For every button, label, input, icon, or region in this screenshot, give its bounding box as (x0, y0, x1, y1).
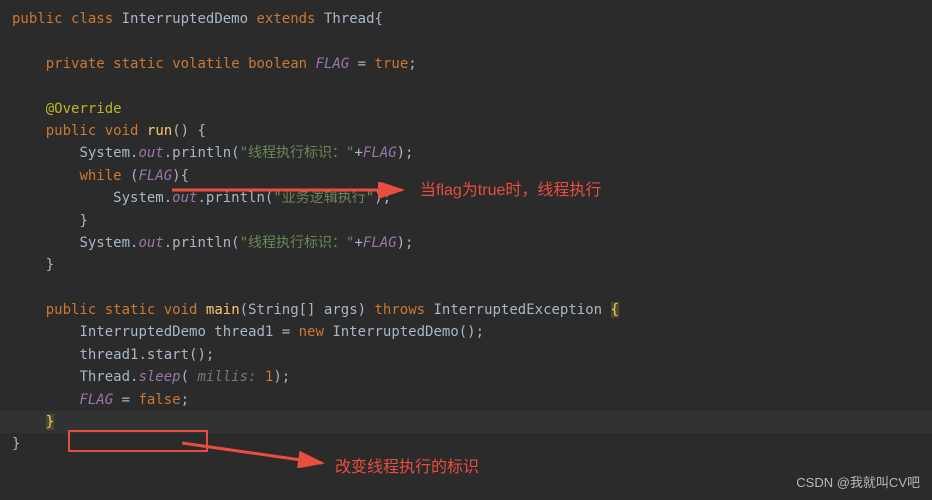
code-line-16[interactable]: thread1.start(); (0, 344, 932, 366)
method-sleep: sleep (138, 369, 180, 385)
println: .println( (164, 145, 240, 161)
field-flag: FLAG (138, 168, 172, 184)
println: .println( (197, 190, 273, 206)
plus: + (354, 235, 362, 251)
field-out: out (172, 190, 197, 206)
code-line-15[interactable]: InterruptedDemo thread1 = new Interrupte… (0, 321, 932, 343)
semi: ; (181, 392, 189, 408)
keyword-static: static (113, 56, 164, 72)
keyword-static: static (105, 302, 156, 318)
string-literal: "线程执行标识：" (240, 235, 355, 251)
decl: InterruptedDemo thread1 = (79, 324, 298, 340)
code-line-6[interactable]: public void run() { (0, 120, 932, 142)
keyword-class: class (71, 11, 113, 27)
keyword-throws: throws (374, 302, 425, 318)
code-line-12[interactable]: } (0, 254, 932, 276)
string-literal: "业务逻辑执行" (273, 190, 374, 206)
code-line-18[interactable]: FLAG = false; (0, 389, 932, 411)
type-thread: Thread (324, 11, 375, 27)
field-flag: FLAG (79, 392, 113, 408)
keyword-void: void (164, 302, 198, 318)
system: System. (79, 235, 138, 251)
param-hint-millis: millis: (197, 369, 264, 385)
brace-close-highlight: } (46, 414, 54, 430)
code-line-17[interactable]: Thread.sleep( millis: 1); (0, 366, 932, 388)
keyword-void: void (105, 123, 139, 139)
plus: + (354, 145, 362, 161)
keyword-boolean: boolean (248, 56, 307, 72)
system: System. (79, 145, 138, 161)
code-line-19[interactable]: } (0, 411, 932, 433)
code-line-blank[interactable] (0, 277, 932, 299)
ctor: InterruptedDemo(); (324, 324, 484, 340)
watermark: CSDN @我就叫CV吧 (796, 473, 920, 494)
field-flag: FLAG (316, 56, 350, 72)
code-line-14[interactable]: public static void main(String[] args) t… (0, 299, 932, 321)
end: ); (374, 190, 391, 206)
field-out: out (138, 235, 163, 251)
keyword-private: private (46, 56, 105, 72)
code-line-7[interactable]: System.out.println("线程执行标识："+FLAG); (0, 142, 932, 164)
code-line-blank[interactable] (0, 30, 932, 52)
brace-close: } (46, 257, 54, 273)
brace-open-highlight: { (611, 302, 619, 318)
brace-close: } (12, 436, 20, 452)
paren: ( (181, 369, 198, 385)
field-flag: FLAG (363, 145, 397, 161)
system: System. (113, 190, 172, 206)
field-flag: FLAG (363, 235, 397, 251)
close: ){ (172, 168, 189, 184)
keyword-new: new (299, 324, 324, 340)
end: ); (397, 145, 414, 161)
brace: { (375, 11, 383, 27)
semi: ; (408, 56, 416, 72)
field-out: out (138, 145, 163, 161)
method-run: run (147, 123, 172, 139)
string-literal: "线程执行标识：" (240, 145, 355, 161)
code-line-3[interactable]: private static volatile boolean FLAG = t… (0, 53, 932, 75)
code-line-10[interactable]: } (0, 210, 932, 232)
keyword-while: while (79, 168, 121, 184)
annotation-override: @Override (46, 101, 122, 117)
annotation-text-1: 当flag为true时，线程执行 (420, 178, 601, 204)
keyword-public: public (46, 302, 97, 318)
eq: = (113, 392, 138, 408)
keyword-public: public (12, 11, 63, 27)
eq: = (349, 56, 374, 72)
code-line-5[interactable]: @Override (0, 98, 932, 120)
end: ); (397, 235, 414, 251)
paren: ( (122, 168, 139, 184)
method-main: main (206, 302, 240, 318)
start-call: thread1.start(); (79, 347, 214, 363)
end: ); (273, 369, 290, 385)
keyword-false: false (138, 392, 180, 408)
class-name: InterruptedDemo (122, 11, 248, 27)
code-line-20[interactable]: } (0, 433, 932, 455)
code-line-1[interactable]: public class InterruptedDemo extends Thr… (0, 8, 932, 30)
code-line-11[interactable]: System.out.println("线程执行标识："+FLAG); (0, 232, 932, 254)
annotation-text-2: 改变线程执行的标识 (335, 455, 479, 481)
keyword-extends: extends (256, 11, 315, 27)
keyword-public: public (46, 123, 97, 139)
thread: Thread. (79, 369, 138, 385)
code-line-blank[interactable] (0, 75, 932, 97)
println: .println( (164, 235, 240, 251)
exception: InterruptedException (425, 302, 610, 318)
keyword-volatile: volatile (172, 56, 239, 72)
paren: () { (172, 123, 206, 139)
args: (String[] args) (240, 302, 375, 318)
keyword-true: true (375, 56, 409, 72)
brace-close: } (79, 213, 87, 229)
